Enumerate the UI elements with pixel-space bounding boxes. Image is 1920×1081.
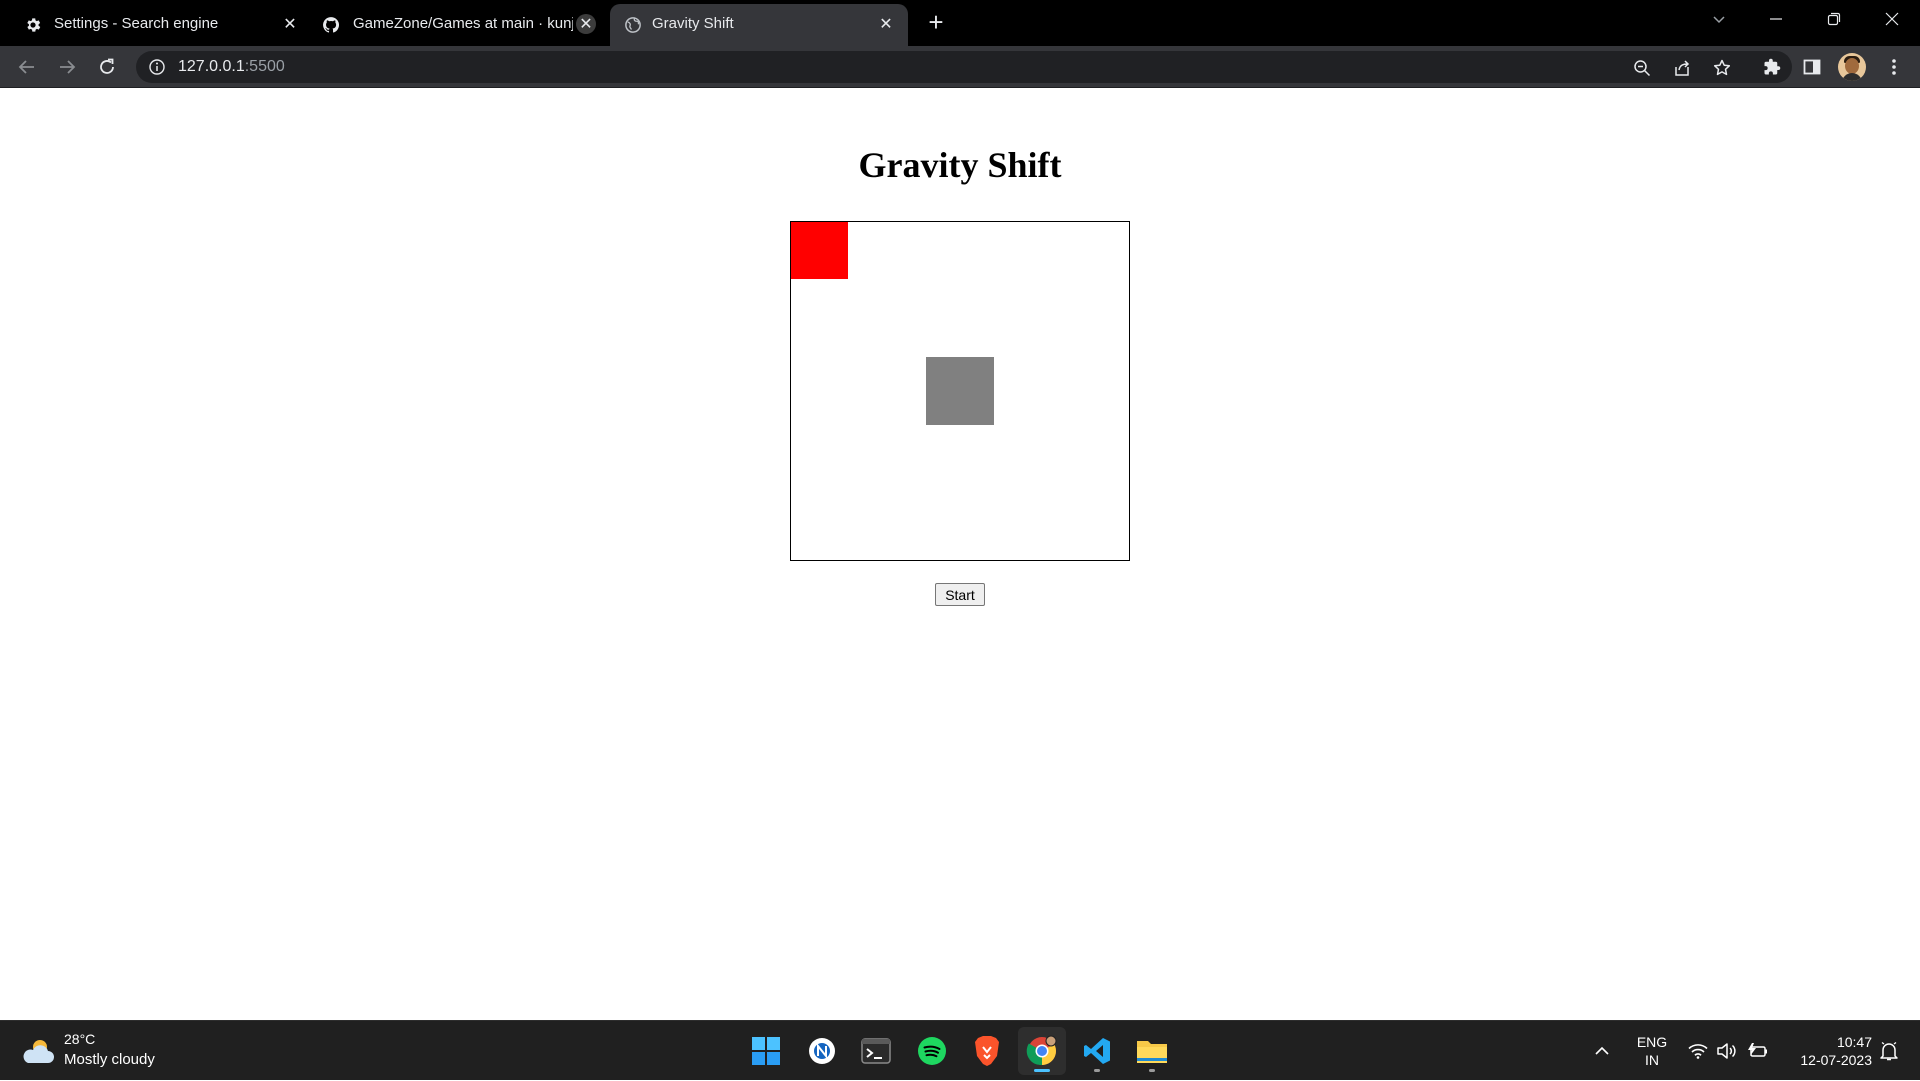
avatar-body	[1842, 73, 1862, 81]
arrow-left-icon	[18, 60, 34, 74]
share-icon[interactable]	[1671, 57, 1693, 79]
player-square	[791, 222, 848, 279]
back-button[interactable]	[12, 52, 42, 82]
menu-icon[interactable]	[1880, 53, 1908, 81]
tab-gravity-shift[interactable]: Gravity Shift ✕	[610, 4, 908, 46]
globe-icon	[624, 16, 642, 34]
new-tab-button[interactable]: +	[922, 9, 950, 37]
clock-time: 10:47	[1836, 1034, 1872, 1050]
weather-widget[interactable]: 28°C Mostly cloudy	[20, 1030, 200, 1072]
tab-settings[interactable]: Settings - Search engine ✕	[0, 6, 308, 42]
close-window-button[interactable]	[1864, 0, 1920, 38]
obstacle-square	[926, 357, 994, 425]
reload-icon	[100, 58, 114, 74]
tab-title: Gravity Shift	[652, 15, 734, 32]
system-clock[interactable]: 10:47 12-07-2023	[1780, 1033, 1872, 1069]
file-explorer-icon[interactable]	[1128, 1027, 1176, 1075]
url-port: :5500	[244, 58, 285, 75]
bookmark-star-icon[interactable]	[1711, 57, 1733, 79]
browser-toolbar: 127.0.0.1:5500	[0, 46, 1920, 88]
url-host: 127.0.0.1	[178, 58, 245, 75]
clock-date: 12-07-2023	[1800, 1052, 1872, 1068]
url-text: 127.0.0.1:5500	[178, 58, 285, 76]
running-indicator	[1094, 1069, 1100, 1072]
gear-icon	[24, 16, 42, 34]
spotify-icon[interactable]	[908, 1027, 956, 1075]
notification-icon[interactable]	[1872, 1021, 1906, 1081]
brave-icon[interactable]	[963, 1027, 1011, 1075]
profile-avatar[interactable]	[1838, 53, 1866, 81]
close-tab-icon[interactable]: ✕	[876, 14, 896, 34]
browser-tab-strip: Settings - Search engine ✕ GameZone/Game…	[0, 0, 1920, 46]
windows-start-icon[interactable]	[742, 1027, 790, 1075]
running-indicator	[1149, 1069, 1155, 1072]
chrome-icon[interactable]	[1018, 1027, 1066, 1075]
close-tab-icon[interactable]: ✕	[576, 14, 596, 34]
language-indicator[interactable]: ENG IN	[1628, 1033, 1676, 1069]
restore-button[interactable]	[1806, 0, 1862, 38]
tab-search-button[interactable]	[1691, 0, 1747, 38]
close-tab-icon[interactable]: ✕	[280, 14, 300, 34]
address-bar[interactable]: 127.0.0.1:5500	[136, 51, 1792, 83]
page-title: Gravity Shift	[858, 145, 1062, 185]
region-code: IN	[1645, 1052, 1659, 1068]
chevron-up-icon[interactable]	[1588, 1021, 1616, 1081]
restore-icon	[1827, 12, 1841, 26]
close-icon	[1885, 12, 1899, 26]
wifi-icon[interactable]	[1685, 1021, 1711, 1081]
side-panel-icon[interactable]	[1798, 53, 1826, 81]
tab-title: GameZone/Games at main · kunj	[353, 15, 573, 32]
tab-github[interactable]: GameZone/Games at main · kunj ✕	[308, 6, 608, 42]
weather-temperature: 28°C	[64, 1031, 96, 1047]
web-page: Gravity Shift Start	[0, 89, 1920, 1020]
volume-icon[interactable]	[1713, 1021, 1739, 1081]
weather-condition: Mostly cloudy	[64, 1051, 155, 1068]
windows-taskbar: 28°C Mostly cloudy ENG IN 10:47 12-07-20…	[0, 1020, 1920, 1080]
cloudy-weather-icon	[23, 1040, 54, 1063]
info-icon[interactable]	[148, 58, 166, 76]
zoom-icon[interactable]	[1631, 57, 1653, 79]
github-icon	[322, 16, 340, 34]
forward-button[interactable]	[52, 52, 82, 82]
app-circle-icon[interactable]	[798, 1027, 846, 1075]
terminal-icon[interactable]	[852, 1027, 900, 1075]
language-code: ENG	[1636, 1034, 1668, 1050]
reload-button[interactable]	[92, 52, 122, 82]
battery-charging-icon[interactable]	[1743, 1021, 1771, 1081]
minimize-icon	[1770, 18, 1782, 20]
extensions-icon[interactable]	[1758, 53, 1786, 81]
minimize-button[interactable]	[1748, 0, 1804, 38]
active-indicator	[1034, 1069, 1050, 1072]
vscode-icon[interactable]	[1073, 1027, 1121, 1075]
avatar-face	[1845, 58, 1859, 74]
tab-title: Settings - Search engine	[54, 15, 219, 32]
chevron-down-icon	[1713, 16, 1725, 24]
game-area[interactable]	[790, 221, 1130, 561]
arrow-right-icon	[60, 60, 76, 74]
start-button[interactable]: Start	[935, 583, 985, 606]
